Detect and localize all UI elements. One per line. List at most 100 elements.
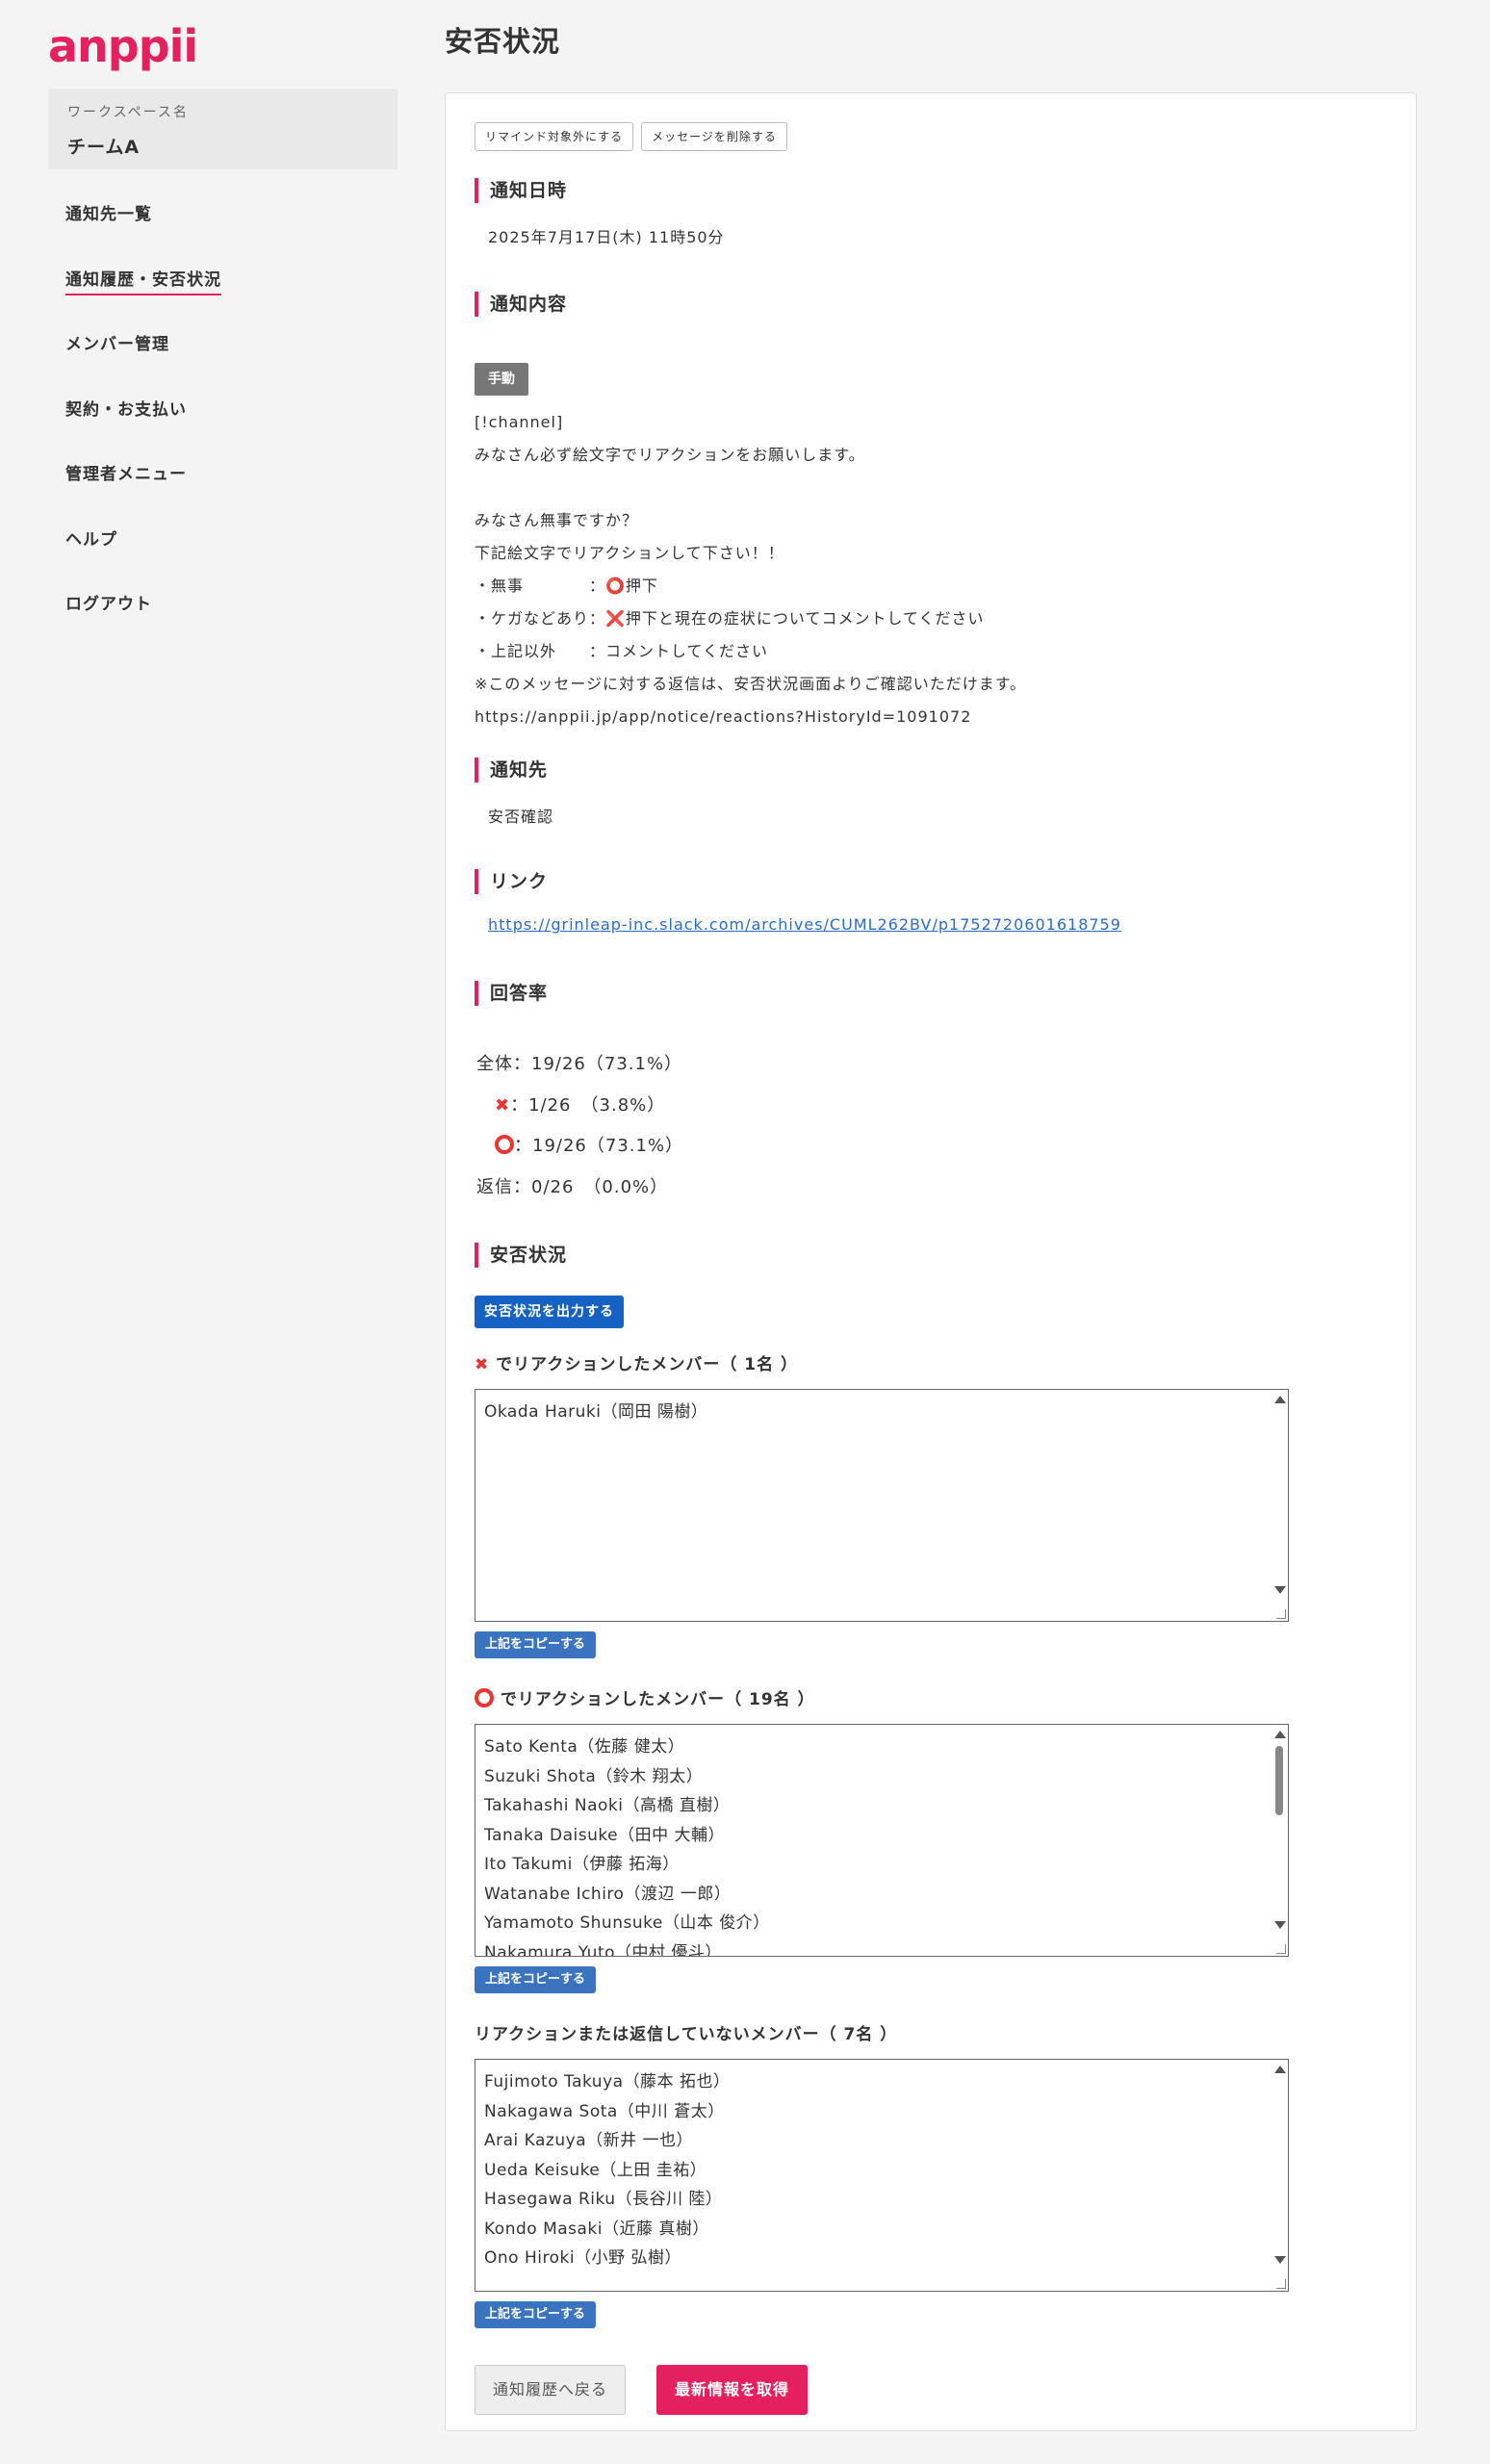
x-mark-icon: ✖ — [475, 1355, 490, 1374]
list-item: Nakamura Yuto（中村 優斗） — [484, 1942, 722, 1957]
list-item: Watanabe Ichiro（渡辺 一郎） — [484, 1884, 732, 1904]
scroll-down-icon[interactable] — [1274, 1586, 1286, 1594]
list-item: Hasegawa Riku（長谷川 陸） — [484, 2190, 723, 2209]
export-safety-button[interactable]: 安否状況を出力する — [475, 1296, 624, 1328]
sidebar-item-label: ログアウト — [65, 595, 152, 614]
x-group-title-text: でリアクションしたメンバー（ 1名 ） — [496, 1355, 798, 1374]
list-item: みなさん必ず絵文字でリアクションをお願いします。 — [475, 446, 865, 464]
scrollbar[interactable] — [1271, 2060, 1288, 2291]
rate-x-row: ✖：1/26 （3.8%） — [476, 1086, 683, 1127]
resize-handle-icon[interactable] — [1276, 2279, 1286, 2289]
sidebar-item-help[interactable]: ヘルプ — [65, 526, 221, 591]
list-item: Fujimoto Takuya（藤本 拓也） — [484, 2072, 731, 2092]
list-item: Okada Haruki（岡田 陽樹） — [484, 1402, 708, 1422]
sidebar-item-logout[interactable]: ログアウト — [65, 590, 221, 655]
list-item: Ono Hiroki（小野 弘樹） — [484, 2248, 681, 2268]
app-logo[interactable]: anppii — [48, 19, 198, 73]
list-item: Sato Kenta（佐藤 健太） — [484, 1737, 685, 1757]
list-item: みなさん無事ですか？ — [475, 511, 639, 529]
back-to-history-button[interactable]: 通知履歴へ戻る — [475, 2365, 627, 2415]
list-item: ・上記以外 ：コメントしてください — [475, 642, 769, 660]
resize-handle-icon[interactable] — [1276, 1609, 1286, 1619]
list-item: Takahashi Naoki（高橋 直樹） — [484, 1796, 731, 1815]
x-mark-icon: ✖ — [495, 1094, 511, 1116]
scrollbar[interactable] — [1271, 1390, 1288, 1621]
x-members-textarea[interactable]: Okada Haruki（岡田 陽樹） — [475, 1389, 1289, 1622]
notify-message: [!channel] みなさん必ず絵文字でリアクションをお願いします。 みなさん無事… — [475, 406, 1360, 733]
o-group-title-text: でリアクションしたメンバー（ 19名 ） — [500, 1690, 815, 1709]
page-title: 安否状況 — [445, 25, 561, 58]
scroll-down-icon[interactable] — [1274, 2256, 1286, 2264]
sidebar-item-label: 管理者メニュー — [65, 465, 187, 484]
circle-mark-icon — [475, 1688, 494, 1707]
rate-o: ：19/26（73.1%） — [514, 1136, 684, 1156]
circle-mark-icon — [495, 1135, 514, 1154]
scroll-down-icon[interactable] — [1274, 1921, 1286, 1929]
list-item: Arai Kazuya（新井 一也） — [484, 2131, 694, 2150]
sidebar-item-notify-targets[interactable]: 通知先一覧 — [65, 200, 221, 266]
rate-reply: 返信：0/26 （0.0%） — [476, 1176, 669, 1197]
exclude-remind-button[interactable]: リマインド対象外にする — [475, 122, 634, 151]
workspace-box[interactable]: ワークスペース名 チームA — [48, 89, 398, 169]
none-members-textarea[interactable]: Fujimoto Takuya（藤本 拓也） Nakagawa Sota（中川 蒼… — [475, 2059, 1289, 2292]
main-card: リマインド対象外にする メッセージを削除する 通知日時 2025年7月17日(木)… — [445, 92, 1417, 2431]
copy-none-members-button[interactable]: 上記をコピーする — [475, 2301, 597, 2328]
o-group-title: でリアクションしたメンバー（ 19名 ） — [475, 1685, 815, 1709]
response-rate: 全体：19/26（73.1%） ✖：1/26 （3.8%） ：19/26（73.… — [476, 1044, 683, 1208]
list-item: Ito Takumi（伊藤 拓海） — [484, 1855, 680, 1874]
list-item: Kondo Masaki（近藤 真樹） — [484, 2219, 709, 2239]
workspace-name: チームA — [67, 137, 141, 158]
none-group-title: リアクションまたは返信していないメンバー（ 7名 ） — [475, 2025, 898, 2044]
slack-link[interactable]: https://grinleap-inc.slack.com/archives/… — [488, 915, 1121, 934]
sidebar-item-members[interactable]: メンバー管理 — [65, 330, 221, 396]
scroll-up-icon[interactable] — [1274, 1731, 1286, 1738]
section-heading-datetime: 通知日時 — [475, 178, 567, 203]
section-heading-content: 通知内容 — [475, 292, 567, 317]
section-heading-rate: 回答率 — [475, 981, 548, 1006]
list-item: ※このメッセージに対する返信は、安否状況画面よりご確認いただけます。 — [475, 675, 1027, 693]
sidebar-item-billing[interactable]: 契約・お支払い — [65, 396, 221, 461]
sidebar-item-label: ヘルプ — [65, 529, 117, 550]
rate-o-row: ：19/26（73.1%） — [476, 1126, 683, 1168]
o-members-list: Sato Kenta（佐藤 健太） Suzuki Shota（鈴木 翔太） Taka… — [484, 1732, 770, 1957]
copy-x-members-button[interactable]: 上記をコピーする — [475, 1631, 597, 1658]
workspace-label: ワークスペース名 — [67, 105, 189, 120]
list-item: Nakagawa Sota（中川 蒼太） — [484, 2101, 725, 2121]
list-item: Suzuki Shota（鈴木 翔太） — [484, 1766, 704, 1786]
sidebar-item-history[interactable]: 通知履歴・安否状況 — [65, 266, 221, 331]
scrollbar[interactable] — [1271, 1725, 1288, 1956]
copy-o-members-button[interactable]: 上記をコピーする — [475, 1966, 597, 1993]
scroll-up-icon[interactable] — [1274, 2066, 1286, 2073]
list-item: Ueda Keisuke（上田 圭祐） — [484, 2160, 707, 2180]
rate-total: 全体：19/26（73.1%） — [476, 1054, 683, 1074]
list-item: ・ケガなどあり：❌押下と現在の症状についてコメントしてください — [475, 609, 985, 628]
sidebar-item-label: 契約・お支払い — [65, 399, 187, 420]
section-heading-safety: 安否状況 — [475, 1243, 567, 1268]
list-item: Yamamoto Shunsuke（山本 俊介） — [484, 1913, 770, 1933]
notify-datetime-value: 2025年7月17日(木) 11時50分 — [488, 228, 725, 246]
list-item: https://anppii.jp/app/notice/reactions?H… — [475, 707, 972, 726]
sidebar-nav: 通知先一覧 通知履歴・安否状況 メンバー管理 契約・お支払い 管理者メニュー ヘ… — [65, 200, 221, 655]
section-heading-link: リンク — [475, 869, 548, 894]
x-group-title: ✖ でリアクションしたメンバー（ 1名 ） — [475, 1350, 798, 1374]
list-item — [475, 472, 1360, 504]
sidebar-item-label: 通知履歴・安否状況 — [65, 266, 221, 295]
list-item: [!channel] — [475, 413, 564, 431]
manual-badge: 手動 — [475, 363, 528, 396]
refresh-button[interactable]: 最新情報を取得 — [656, 2365, 809, 2415]
list-item: 下記絵文字でリアクションして下さい！！ — [475, 544, 784, 562]
delete-message-button[interactable]: メッセージを削除する — [641, 122, 787, 151]
notify-target-value: 安否確認 — [488, 808, 554, 826]
section-heading-target: 通知先 — [475, 757, 548, 783]
x-members-list: Okada Haruki（岡田 陽樹） — [484, 1398, 707, 1427]
list-item: ・無事 ：⭕押下 — [475, 577, 658, 595]
sidebar-item-label: 通知先一覧 — [65, 205, 152, 224]
scroll-thumb[interactable] — [1275, 1746, 1283, 1815]
rate-x: ：1/26 （3.8%） — [510, 1094, 666, 1116]
o-members-textarea[interactable]: Sato Kenta（佐藤 健太） Suzuki Shota（鈴木 翔太） Taka… — [475, 1724, 1289, 1957]
resize-handle-icon[interactable] — [1276, 1944, 1286, 1954]
list-item: Tanaka Daisuke（田中 大輔） — [484, 1825, 726, 1845]
scroll-up-icon[interactable] — [1274, 1396, 1286, 1403]
sidebar-item-admin[interactable]: 管理者メニュー — [65, 460, 221, 526]
none-members-list: Fujimoto Takuya（藤本 拓也） Nakagawa Sota（中川 蒼… — [484, 2067, 730, 2273]
